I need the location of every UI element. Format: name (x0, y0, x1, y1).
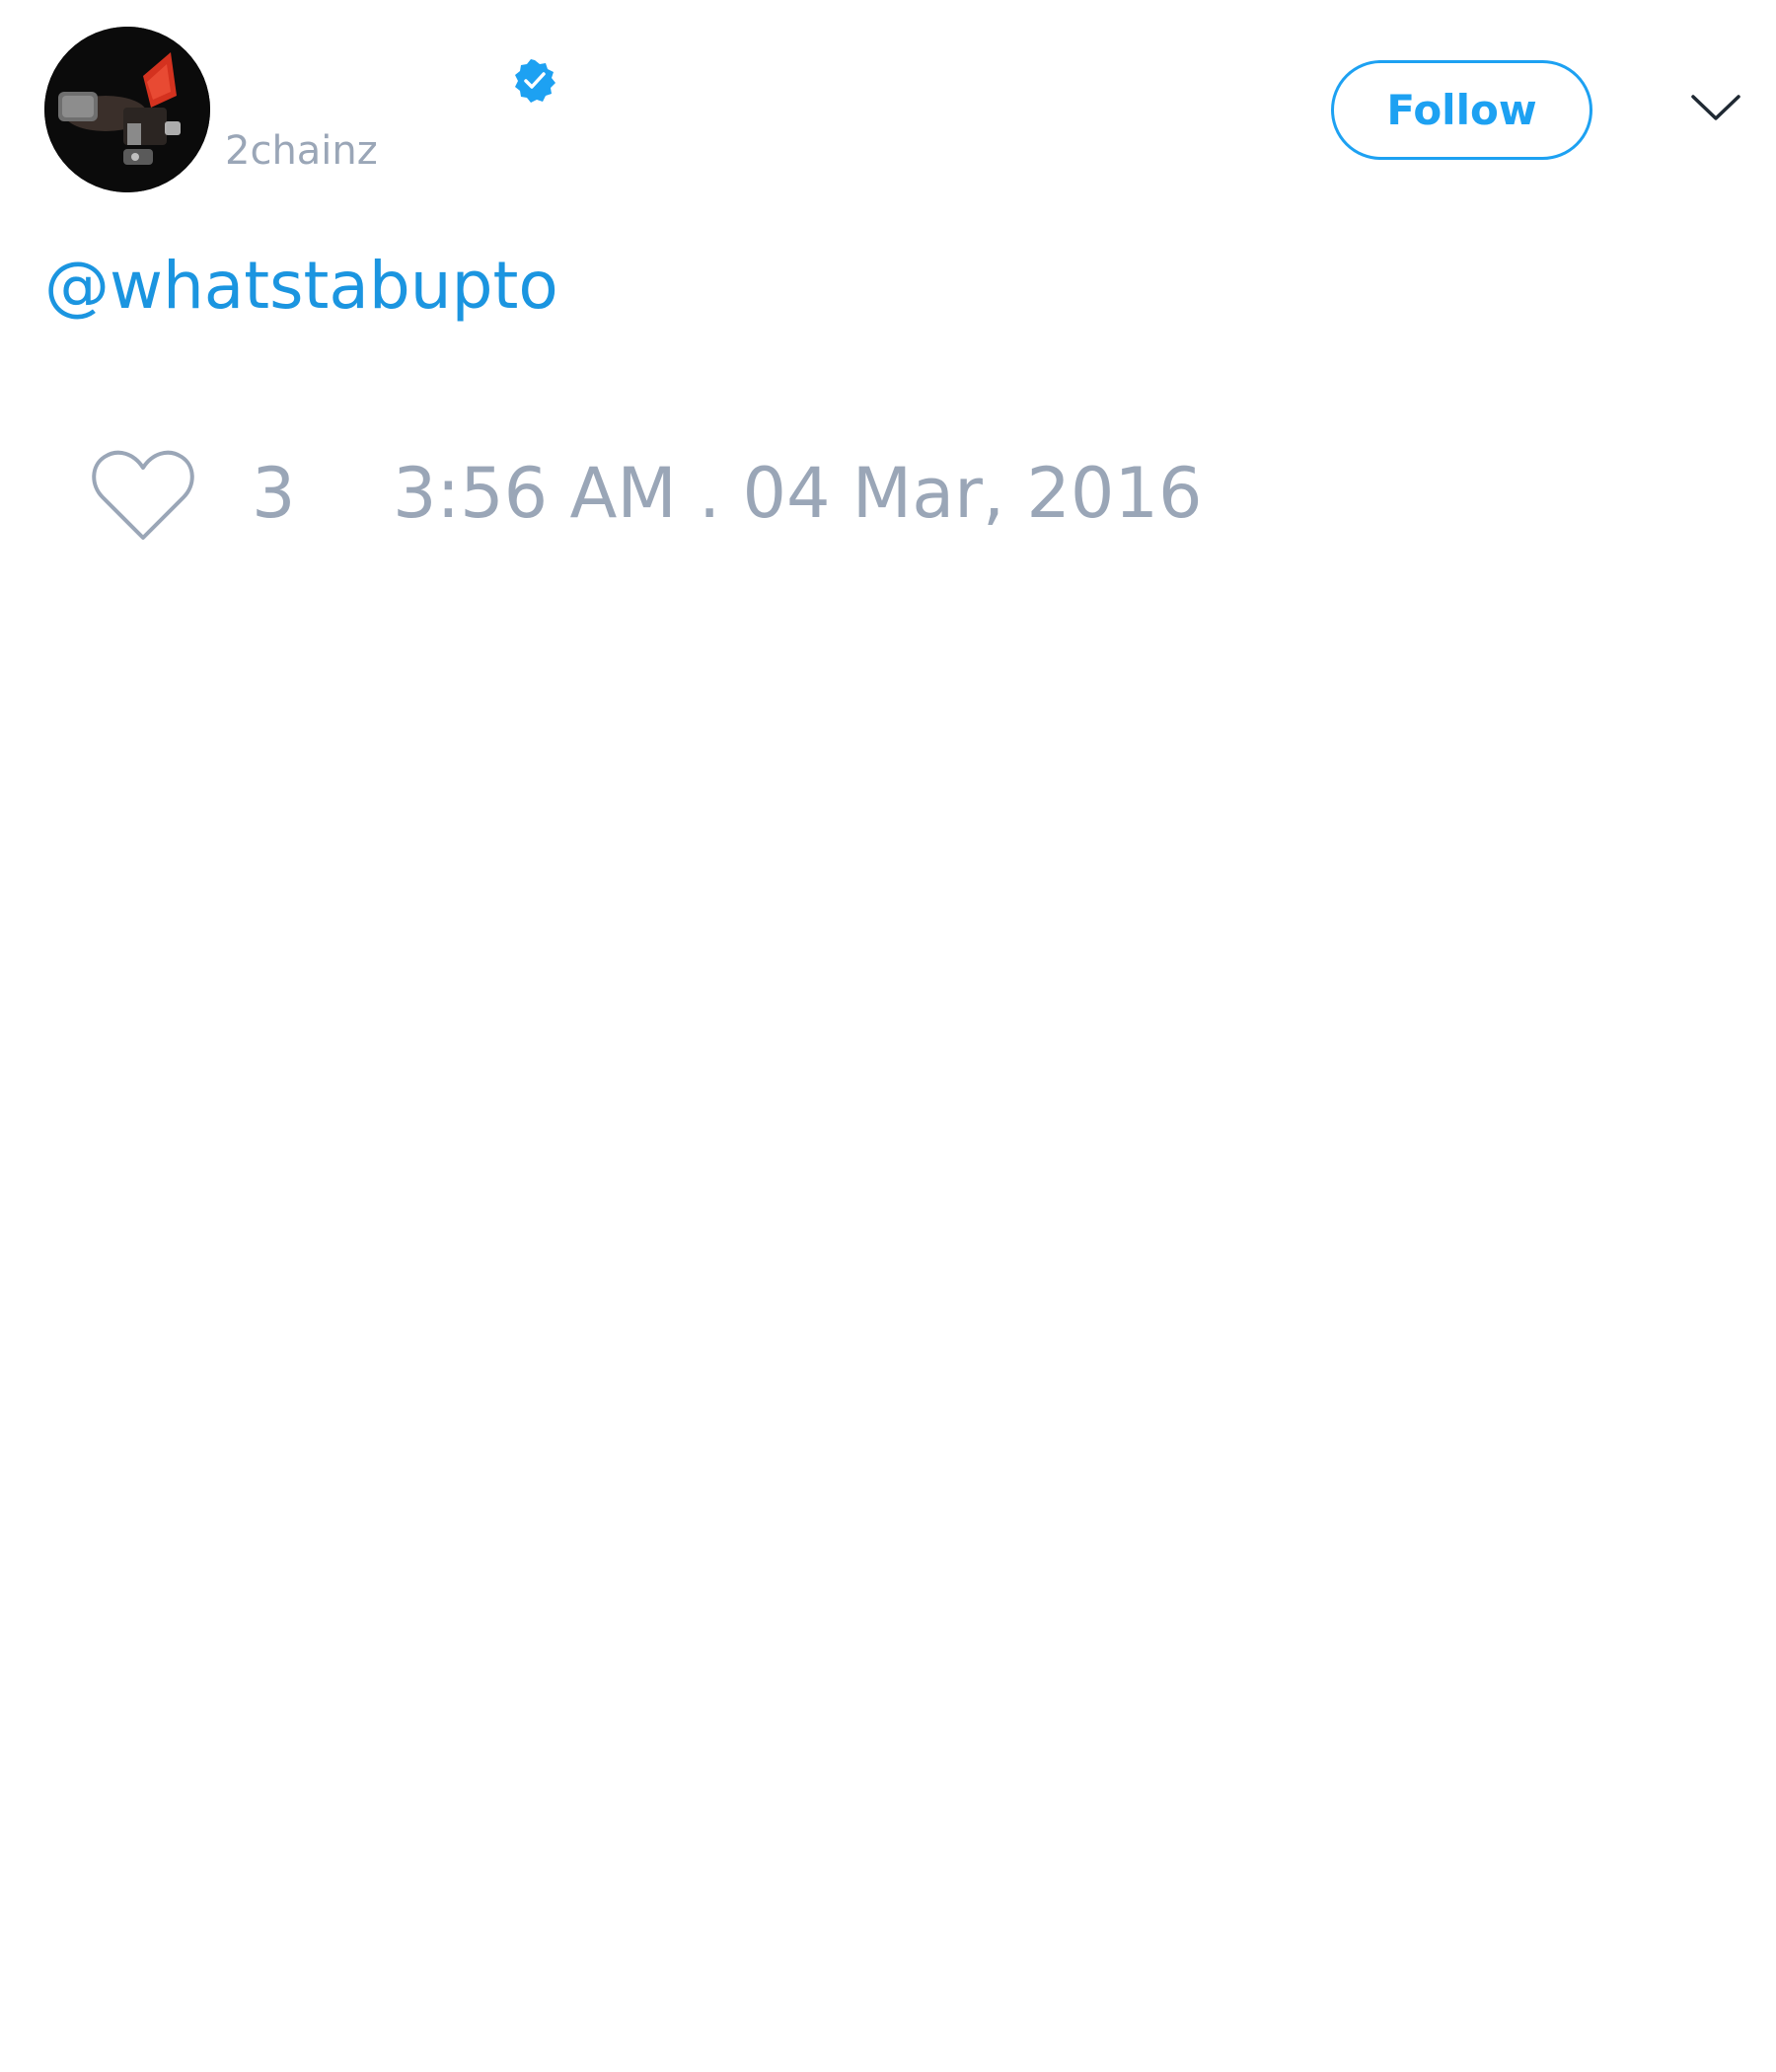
avatar-image (44, 27, 210, 192)
follow-button[interactable]: Follow (1331, 60, 1592, 160)
author-handle[interactable]: 2chainz (225, 126, 378, 176)
like-count: 3 (252, 453, 296, 534)
chevron-down-icon[interactable] (1690, 91, 1741, 124)
heart-icon[interactable] (89, 446, 197, 545)
tweet-text-mention[interactable]: @whatstabupto (44, 247, 558, 326)
tweet-timestamp[interactable]: 3:56 AM . 04 Mar, 2016 (393, 452, 1203, 535)
author-display-name[interactable] (225, 55, 501, 105)
tweet-card: 2chainz Follow @whatstabupto 3 3:56 AM .… (0, 0, 1776, 2072)
author-avatar[interactable] (44, 27, 210, 192)
verified-badge-icon (515, 59, 555, 103)
